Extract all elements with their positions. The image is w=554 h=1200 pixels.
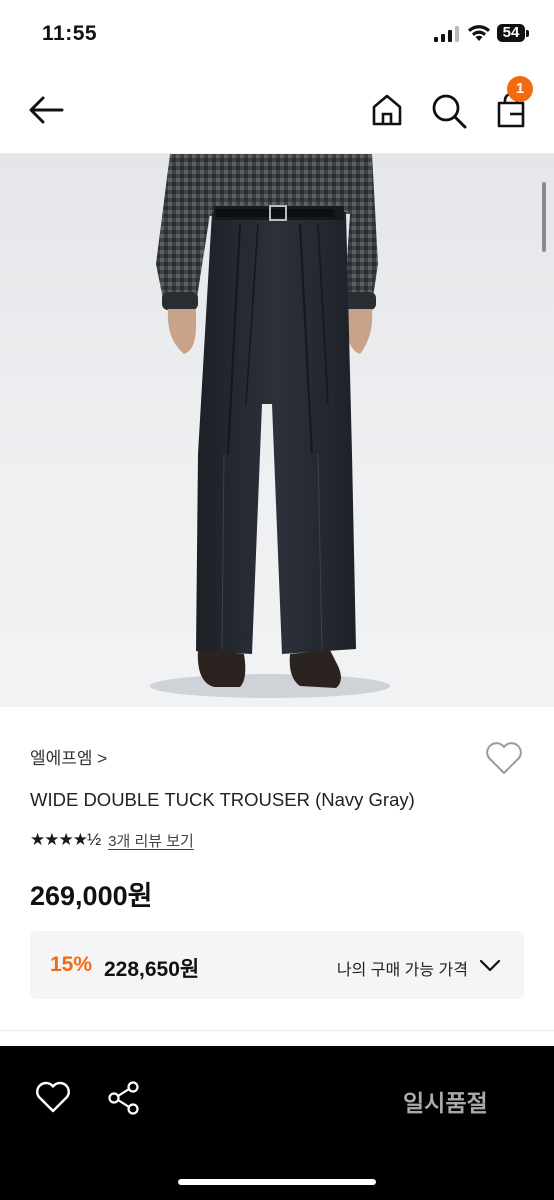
rating-stars: ★★★★½ xyxy=(30,830,101,849)
product-image[interactable] xyxy=(0,154,554,707)
wishlist-heart-icon[interactable] xyxy=(35,1080,71,1114)
cellular-signal-icon xyxy=(434,26,459,42)
share-icon[interactable] xyxy=(106,1080,142,1116)
battery-level: 54 xyxy=(497,24,525,42)
cart-count-badge: 1 xyxy=(507,76,533,102)
product-price: 269,000원 xyxy=(30,881,153,911)
status-time: 11:55 xyxy=(42,22,98,45)
member-price-label: 나의 구매 가능 가격 xyxy=(336,962,468,979)
status-bar: 11:55 54 xyxy=(0,0,554,70)
home-indicator xyxy=(178,1179,376,1185)
image-scroll-indicator xyxy=(542,182,546,252)
section-divider xyxy=(0,1030,554,1031)
soldout-button[interactable]: 일시품절 xyxy=(403,1084,488,1118)
home-icon[interactable] xyxy=(367,90,407,130)
product-name: WIDE DOUBLE TUCK TROUSER (Navy Gray) xyxy=(30,789,415,810)
battery-icon: 54 xyxy=(497,24,531,44)
wifi-icon xyxy=(468,25,490,41)
back-arrow-icon[interactable] xyxy=(26,92,66,132)
search-icon[interactable] xyxy=(428,90,470,132)
rating-row: ★★★★½ 3개 리뷰 보기 xyxy=(30,830,194,850)
review-link[interactable]: 3개 리뷰 보기 xyxy=(108,830,194,851)
product-photo-trousers xyxy=(150,154,390,698)
heart-icon[interactable] xyxy=(484,740,524,776)
bottom-action-bar: 일시품절 xyxy=(0,1046,554,1200)
chevron-down-icon[interactable] xyxy=(478,953,502,977)
top-navigation xyxy=(0,70,554,154)
member-price-box[interactable]: 15% 228,650원 나의 구매 가능 가격 xyxy=(30,931,524,999)
member-price: 228,650원 xyxy=(104,958,200,981)
brand-link[interactable]: 엘에프엠 > xyxy=(30,744,107,769)
discount-rate: 15% xyxy=(50,953,93,976)
